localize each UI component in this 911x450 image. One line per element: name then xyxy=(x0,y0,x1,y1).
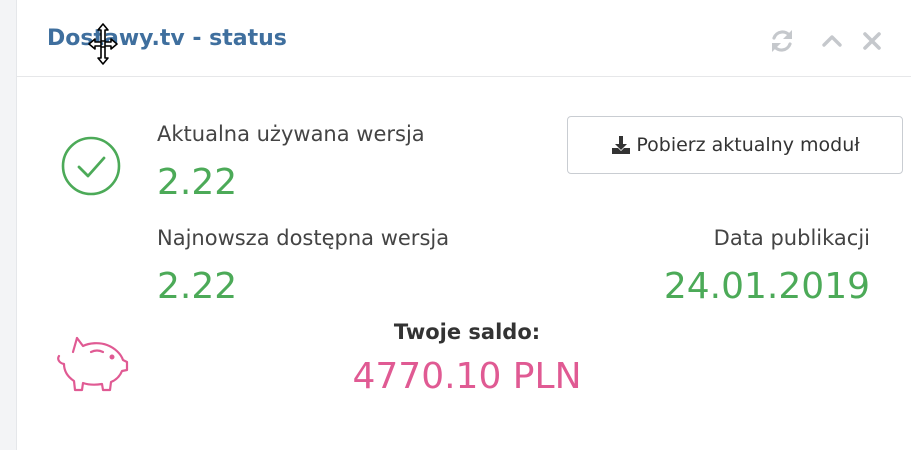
download-button-label: Pobierz aktualny moduł xyxy=(636,134,860,156)
piggy-bank-icon xyxy=(57,336,129,392)
balance-label: Twoje saldo: xyxy=(393,320,541,344)
close-icon[interactable] xyxy=(857,26,887,56)
latest-version-label: Najnowsza dostępna wersja xyxy=(157,226,450,250)
current-version-value: 2.22 xyxy=(157,162,238,203)
publication-date-label: Data publikacji xyxy=(713,226,870,250)
move-cursor-icon xyxy=(88,23,118,65)
download-module-button[interactable]: Pobierz aktualny moduł xyxy=(567,116,903,174)
status-panel: Dostawy.tv - status Aktualna używana wer… xyxy=(16,0,911,450)
refresh-icon[interactable] xyxy=(767,26,797,56)
chevron-up-icon[interactable] xyxy=(817,26,847,56)
download-icon xyxy=(612,136,631,154)
check-circle-icon xyxy=(61,136,121,196)
panel-title: Dostawy.tv - status xyxy=(47,26,287,51)
publication-date-value: 24.01.2019 xyxy=(663,266,870,307)
panel-header: Dostawy.tv - status xyxy=(17,0,911,77)
current-version-label: Aktualna używana wersja xyxy=(157,122,425,146)
balance-value: 4770.10 PLN xyxy=(352,356,582,397)
latest-version-value: 2.22 xyxy=(157,266,238,307)
